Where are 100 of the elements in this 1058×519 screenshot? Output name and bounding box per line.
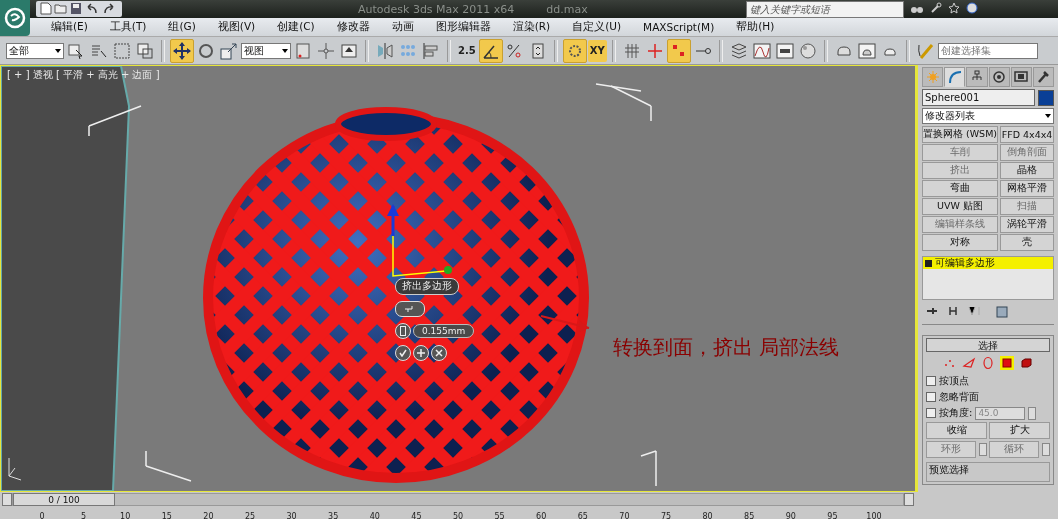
selection-button[interactable]: 扩大 <box>989 422 1050 439</box>
frame-number: 30 <box>286 512 297 519</box>
modifier-button[interactable]: 壳 <box>1000 234 1054 251</box>
dropdown-arrow-icon[interactable] <box>282 48 288 53</box>
search-field[interactable]: 键入关键字或短语 <box>746 0 904 18</box>
checkbox[interactable] <box>926 408 936 418</box>
previous-frame-button[interactable] <box>2 493 12 506</box>
frame-number: 40 <box>369 512 380 519</box>
frame-number: 85 <box>744 512 755 519</box>
frame-number: 60 <box>536 512 547 519</box>
open-folder-icon[interactable] <box>54 1 68 17</box>
motion-icon[interactable] <box>988 67 1010 87</box>
menu-item[interactable]: 视图(V) <box>206 20 267 34</box>
frame-number: 15 <box>161 512 172 519</box>
selection-button[interactable]: 收缩 <box>926 422 987 439</box>
monitor-icon[interactable] <box>1010 67 1032 87</box>
time-slider-track[interactable]: 0 / 100 <box>12 493 904 506</box>
menu-item[interactable]: 工具(T) <box>98 20 158 34</box>
rollout-header[interactable]: 选择 <box>926 338 1050 352</box>
height-field[interactable]: 0.155mm <box>413 324 475 338</box>
curve-icon[interactable] <box>944 67 966 87</box>
hierarchy-icon[interactable] <box>966 67 988 87</box>
checkbox-label: 按角度: <box>939 406 973 420</box>
frame-number: 45 <box>411 512 422 519</box>
angle-snap-icon[interactable] <box>478 38 503 63</box>
frame-number: 65 <box>577 512 588 519</box>
app-logo-icon[interactable] <box>0 0 30 36</box>
frame-number: 75 <box>660 512 672 519</box>
file-name: dd.max <box>546 2 588 16</box>
dropdown-arrow-icon[interactable] <box>1045 114 1051 118</box>
frame-number: 80 <box>702 512 713 519</box>
hammer-icon[interactable] <box>1032 67 1055 87</box>
element-icon[interactable] <box>1019 356 1033 370</box>
menu-item[interactable]: 组(G) <box>157 20 207 34</box>
menu-item[interactable]: 动画 <box>380 20 425 34</box>
menu-item[interactable]: MAXScript(M) <box>632 21 726 33</box>
checkbox[interactable] <box>926 392 936 402</box>
modifier-button[interactable]: 晶格 <box>1000 162 1054 179</box>
modifier-list-dropdown[interactable]: 修改器列表 <box>922 108 1054 124</box>
arrow-icon <box>540 315 590 332</box>
menu-item[interactable]: 编辑(E) <box>40 20 99 34</box>
modifier-button[interactable]: 对称 <box>922 234 999 251</box>
menu-item[interactable]: 渲染(R) <box>501 20 562 34</box>
modifier-button[interactable]: UVW 贴图 <box>922 198 999 215</box>
save-icon[interactable] <box>70 1 82 17</box>
snap-toggle[interactable]: 2.5 <box>456 39 478 62</box>
modifier-button[interactable]: 网格平滑 <box>1000 180 1054 197</box>
window-title: Autodesk 3ds Max 2011 x64 <box>358 2 515 16</box>
object-color-swatch[interactable] <box>1038 89 1054 106</box>
caddy-title: 挤出多边形 <box>395 278 459 295</box>
checkbox-label: 按顶点 <box>939 374 969 388</box>
time-slider-thumb[interactable]: 0 / 100 <box>13 493 115 506</box>
vertex-snap-icon[interactable] <box>666 38 691 63</box>
frame-number: 35 <box>328 512 339 519</box>
new-file-icon[interactable] <box>40 1 52 17</box>
modifier-button[interactable]: FFD 4x4x4 <box>1000 126 1054 143</box>
checkbox[interactable] <box>926 376 936 386</box>
group-label: 预览选择 <box>929 464 969 475</box>
named-selection-field[interactable]: 创建选择集 <box>937 42 1038 59</box>
polygon-icon[interactable] <box>1000 356 1014 370</box>
star-icon[interactable] <box>948 2 960 16</box>
object-name-field[interactable]: Sphere001 <box>922 89 1035 106</box>
axis-constraint-toggle[interactable]: XY <box>587 39 607 62</box>
transform-gizmo-icon <box>387 204 452 277</box>
help-icon[interactable] <box>966 2 978 16</box>
frame-number: 100 <box>866 512 882 519</box>
dropdown-arrow-icon[interactable] <box>55 48 61 53</box>
move-icon[interactable] <box>170 38 194 63</box>
frame-number: 5 <box>81 512 87 519</box>
frame-number: 50 <box>452 512 464 519</box>
menu-item[interactable]: 帮助(H) <box>725 20 786 34</box>
reference-coordinate-dropdown[interactable]: 视图 <box>241 42 291 59</box>
gear-icon[interactable] <box>562 38 587 63</box>
frame-number: 95 <box>827 512 838 519</box>
frame-number: 20 <box>203 512 214 519</box>
checkbox-label: 忽略背面 <box>939 390 979 404</box>
modifier-button[interactable]: 涡轮平滑 <box>1000 216 1054 233</box>
modifier-stack-row[interactable]: 可编辑多边形 <box>923 257 1053 269</box>
expand-toggle-icon[interactable] <box>925 259 932 267</box>
next-frame-button[interactable] <box>904 493 914 506</box>
border-icon[interactable] <box>981 356 995 370</box>
frame-number: 55 <box>494 512 505 519</box>
menu-item[interactable]: 自定义(U) <box>561 20 633 34</box>
menu-item[interactable]: 图形编辑器 <box>424 20 502 34</box>
edge-icon[interactable] <box>962 356 976 370</box>
menu-item[interactable]: 修改器 <box>325 20 381 34</box>
menu-item[interactable]: 创建(C) <box>266 20 326 34</box>
selection-filter-dropdown[interactable]: 全部 <box>6 42 64 59</box>
annotation-text: 转换到面，挤出 局部法线 <box>613 334 840 361</box>
modifier-name: 可编辑多边形 <box>935 256 995 270</box>
spinner-arrows-icon[interactable] <box>1028 406 1037 420</box>
spinner-arrows-icon[interactable] <box>979 443 987 456</box>
modifier-button[interactable]: 弯曲 <box>922 180 999 197</box>
viewport-label[interactable]: [ + ] 透视 [ 平滑 + 高光 + 边面 ] <box>7 68 160 82</box>
modifier-button[interactable]: 置换网格 (WSM) <box>922 126 999 143</box>
frame-number: 25 <box>244 512 256 519</box>
spinner-arrows-icon[interactable] <box>1042 443 1050 456</box>
axis-tripod-icon <box>8 457 22 481</box>
configure-icon[interactable] <box>996 306 1008 320</box>
extrusion-type-icon[interactable] <box>395 301 425 317</box>
